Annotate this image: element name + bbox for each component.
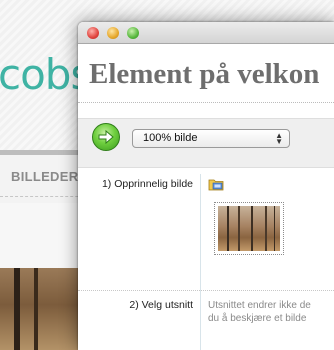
nav-item-billeder[interactable]: BILLEDER [11, 169, 78, 184]
chevron-updown-icon: ▲ ▼ [275, 131, 283, 146]
column-divider [200, 174, 201, 350]
row-divider [78, 290, 334, 291]
dialog-window: Element på velkon 100% bilde ▲ ▼ 1) Oppri… [78, 22, 334, 350]
go-button[interactable] [92, 123, 120, 151]
minimize-window-button[interactable] [107, 27, 119, 39]
zoom-select[interactable]: 100% bilde ▲ ▼ [132, 129, 290, 148]
arrow-right-icon [98, 129, 114, 145]
window-titlebar[interactable] [78, 22, 334, 44]
close-window-button[interactable] [87, 27, 99, 39]
heading-divider [78, 102, 334, 103]
zoom-window-button[interactable] [127, 27, 139, 39]
crop-description-line-1: Utsnittet endrer ikke de [208, 300, 311, 311]
row-label-original-image: 1) Opprinnelig bilde [101, 178, 193, 190]
page-title: Element på velkon [89, 58, 320, 90]
row-label-select-crop: 2) Velg utsnitt [129, 299, 193, 311]
original-image-thumbnail[interactable] [214, 202, 284, 255]
crop-description-line-2: du å beskjære et bilde [208, 313, 307, 324]
crop-description: Utsnittet endrer ikke de du å beskjære e… [208, 299, 334, 325]
folder-upload-icon[interactable] [208, 177, 224, 191]
zoom-select-value: 100% bilde [143, 132, 198, 144]
thumbnail-image [218, 206, 280, 251]
